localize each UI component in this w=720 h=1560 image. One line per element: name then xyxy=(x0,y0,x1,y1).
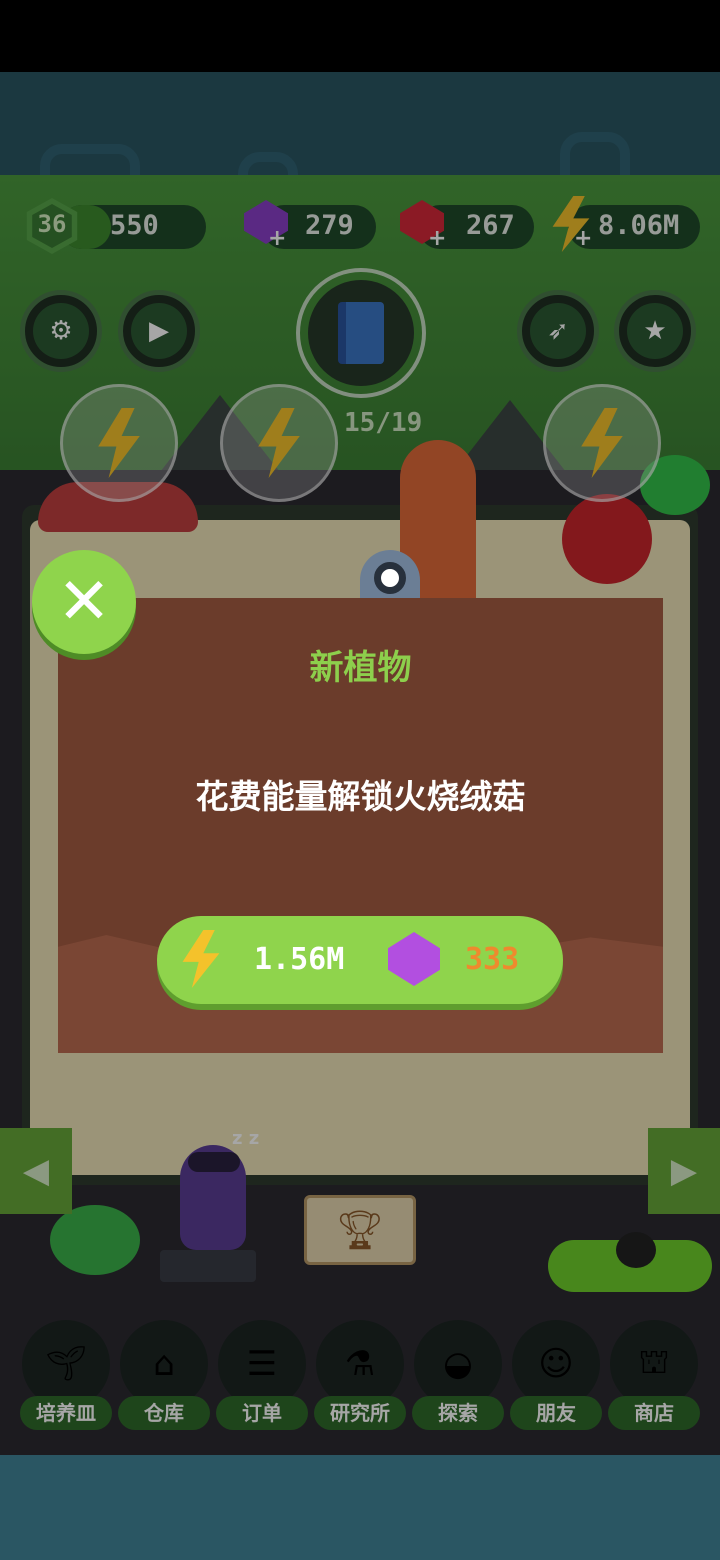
close-button[interactable]: ✕ xyxy=(32,550,136,654)
dialog-message: 花费能量解锁火烧绒菇 xyxy=(195,777,526,816)
energy-cost: 1.56M xyxy=(254,942,345,977)
dialog-title: 新植物 xyxy=(309,648,412,688)
status-bar xyxy=(0,0,720,72)
close-x-icon: ✕ xyxy=(57,565,111,639)
background-pattern-bottom xyxy=(0,1455,720,1560)
gem-cost: 333 xyxy=(465,942,520,977)
